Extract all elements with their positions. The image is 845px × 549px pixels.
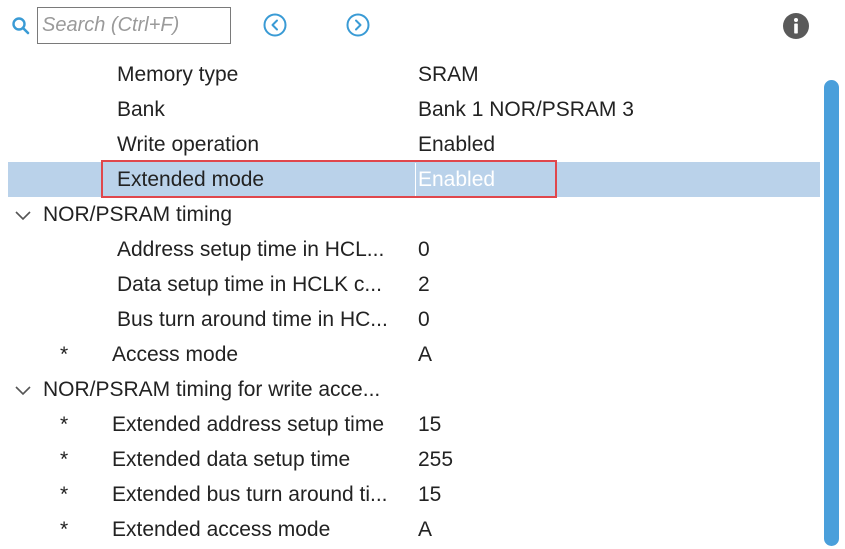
property-row[interactable]: Data setup time in HCLK c... 2 (8, 267, 820, 302)
property-row[interactable]: Bus turn around time in HC... 0 (8, 302, 820, 337)
required-marker: * (60, 448, 69, 471)
chevron-down-icon[interactable] (13, 381, 33, 401)
property-name: Extended access mode (112, 518, 331, 541)
property-row-selected[interactable]: Extended mode Enabled (8, 162, 820, 197)
column-divider (415, 163, 416, 196)
scrollbar-thumb[interactable] (824, 80, 839, 546)
search-icon[interactable] (11, 16, 31, 36)
property-name: Access mode (112, 343, 239, 366)
property-value[interactable]: SRAM (418, 57, 479, 92)
property-name: Write operation (117, 133, 260, 156)
info-icon (783, 13, 809, 39)
previous-match-button[interactable] (262, 12, 288, 38)
property-value[interactable]: 0 (418, 232, 430, 267)
property-name: Bank (117, 98, 165, 121)
required-marker: * (60, 518, 69, 541)
search-input[interactable] (37, 7, 231, 44)
property-row[interactable]: * Extended bus turn around ti... 15 (8, 477, 820, 512)
group-row[interactable]: NOR/PSRAM timing (8, 197, 820, 232)
property-row[interactable]: Bank Bank 1 NOR/PSRAM 3 (8, 92, 820, 127)
group-label: NOR/PSRAM timing (43, 203, 233, 226)
property-value[interactable]: 2 (418, 267, 430, 302)
property-row[interactable]: * Extended address setup time 15 (8, 407, 820, 442)
property-name: Extended mode (117, 168, 265, 191)
property-name: Memory type (117, 63, 239, 86)
required-marker: * (60, 413, 69, 436)
property-name: Data setup time in HCLK c... (117, 273, 382, 296)
property-row[interactable]: * Access mode A (8, 337, 820, 372)
info-button[interactable] (782, 12, 810, 40)
property-row[interactable]: Address setup time in HCL... 0 (8, 232, 820, 267)
property-value[interactable]: 15 (418, 407, 441, 442)
property-value[interactable]: A (418, 337, 432, 372)
group-row[interactable]: NOR/PSRAM timing for write acce... (8, 372, 820, 407)
property-value[interactable]: 0 (418, 302, 430, 337)
chevron-down-icon[interactable] (13, 206, 33, 226)
property-grid: Memory type SRAM Bank Bank 1 NOR/PSRAM 3 Wri… (8, 57, 820, 549)
property-value[interactable]: A (418, 512, 432, 547)
chevron-right-icon (346, 13, 370, 37)
required-marker: * (60, 343, 69, 366)
next-match-button[interactable] (345, 12, 371, 38)
property-name: Bus turn around time in HC... (117, 308, 388, 331)
toolbar (0, 0, 845, 50)
property-value[interactable]: Bank 1 NOR/PSRAM 3 (418, 92, 634, 127)
required-marker: * (60, 483, 69, 506)
property-row[interactable]: * Extended access mode A (8, 512, 820, 547)
group-label: NOR/PSRAM timing for write acce... (43, 378, 381, 401)
property-row[interactable]: Write operation Enabled (8, 127, 820, 162)
property-name: Extended address setup time (112, 413, 384, 436)
chevron-left-icon (263, 13, 287, 37)
property-name: Address setup time in HCL... (117, 238, 385, 261)
property-value[interactable]: Enabled (418, 162, 495, 197)
property-name: Extended bus turn around ti... (112, 483, 388, 506)
property-value[interactable]: 255 (418, 442, 453, 477)
property-name: Extended data setup time (112, 448, 351, 471)
property-row[interactable]: * Extended data setup time 255 (8, 442, 820, 477)
property-value[interactable]: Enabled (418, 127, 495, 162)
property-value[interactable]: 15 (418, 477, 441, 512)
property-row[interactable]: Memory type SRAM (8, 57, 820, 92)
